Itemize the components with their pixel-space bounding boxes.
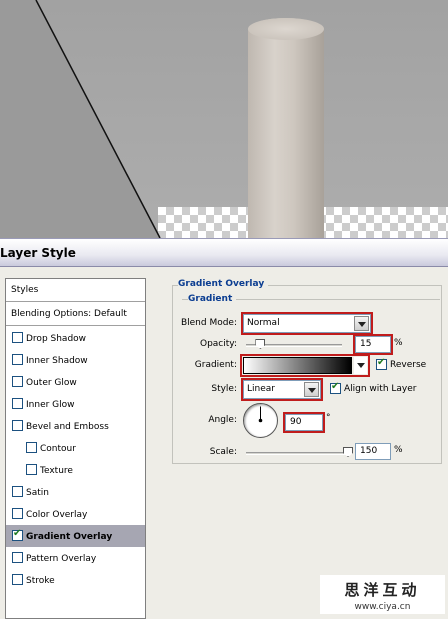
scale-label: Scale: — [209, 447, 237, 457]
blend-mode-select[interactable]: Normal — [241, 312, 373, 335]
style-checkbox[interactable] — [12, 376, 23, 387]
angle-input[interactable]: 90 — [283, 412, 325, 433]
style-item-label: Inner Shadow — [26, 356, 88, 366]
blend-mode-label: Blend Mode: — [180, 318, 237, 328]
gradient-label: Gradient: — [194, 360, 237, 370]
style-item-label: Gradient Overlay — [26, 532, 113, 542]
opacity-input[interactable]: 15 — [353, 334, 393, 355]
concrete-pillar — [248, 18, 324, 238]
style-checkbox[interactable] — [12, 332, 23, 343]
style-checkbox[interactable] — [12, 354, 23, 365]
style-checkbox[interactable] — [12, 528, 23, 541]
opacity-value: 15 — [360, 339, 372, 349]
dialog-titlebar[interactable]: Layer Style — [0, 238, 448, 267]
angle-label: Angle: — [208, 415, 237, 425]
style-item-gradient-overlay[interactable]: Gradient Overlay — [6, 525, 145, 547]
group-title: Gradient — [188, 294, 237, 304]
style-item-contour[interactable]: Contour — [6, 437, 145, 459]
opacity-unit: % — [394, 338, 403, 348]
style-checkbox[interactable] — [12, 574, 23, 585]
style-item-inner-shadow[interactable]: Inner Shadow — [6, 349, 145, 371]
align-with-layer-checkbox[interactable] — [330, 381, 341, 394]
angle-unit: ° — [326, 413, 331, 423]
gradient-group-box — [172, 286, 442, 464]
align-with-layer-label[interactable]: Align with Layer — [344, 384, 416, 394]
blend-mode-value: Normal — [247, 318, 280, 328]
style-checkbox[interactable] — [26, 442, 37, 453]
watermark-url: www.ciya.cn — [354, 602, 411, 612]
wall-shape — [0, 0, 161, 238]
style-item-texture[interactable]: Texture — [6, 459, 145, 481]
style-label: Style: — [211, 384, 237, 394]
style-checkbox[interactable] — [12, 398, 23, 409]
watermark: 思洋互动 www.ciya.cn — [320, 575, 445, 614]
style-item-label: Outer Glow — [26, 378, 77, 388]
chevron-down-icon[interactable] — [354, 316, 369, 331]
layer-style-dialog: Layer Style Styles Blending Options: Def… — [0, 238, 448, 619]
style-item-bevel-and-emboss[interactable]: Bevel and Emboss — [6, 415, 145, 437]
gradient-dropdown-icon[interactable] — [354, 357, 367, 374]
style-item-satin[interactable]: Satin — [6, 481, 145, 503]
styles-header[interactable]: Styles — [6, 279, 145, 302]
style-item-label: Inner Glow — [26, 400, 75, 410]
style-item-label: Texture — [40, 466, 73, 476]
style-item-label: Contour — [40, 444, 76, 454]
style-checkbox[interactable] — [12, 486, 23, 497]
opacity-label: Opacity: — [200, 339, 237, 349]
style-item-label: Drop Shadow — [26, 334, 87, 344]
styles-list: Styles Blending Options: Default Drop Sh… — [5, 278, 146, 619]
style-item-label: Satin — [26, 488, 49, 498]
style-item-inner-glow[interactable]: Inner Glow — [6, 393, 145, 415]
style-item-label: Color Overlay — [26, 510, 88, 520]
style-item-drop-shadow[interactable]: Drop Shadow — [6, 327, 145, 349]
style-item-outer-glow[interactable]: Outer Glow — [6, 371, 145, 393]
style-item-label: Bevel and Emboss — [26, 422, 109, 432]
style-checkbox[interactable] — [12, 420, 23, 431]
style-checkbox[interactable] — [12, 508, 23, 519]
blending-options-item[interactable]: Blending Options: Default — [6, 303, 145, 326]
style-item-color-overlay[interactable]: Color Overlay — [6, 503, 145, 525]
watermark-chinese-text: 思洋互动 — [344, 581, 421, 599]
reverse-checkbox[interactable] — [376, 357, 387, 370]
chevron-down-icon[interactable] — [304, 382, 319, 397]
style-value: Linear — [247, 384, 275, 394]
angle-dial[interactable] — [243, 403, 278, 438]
style-checkbox[interactable] — [26, 464, 37, 475]
angle-value: 90 — [290, 417, 302, 427]
dialog-title: Layer Style — [0, 246, 76, 260]
style-item-pattern-overlay[interactable]: Pattern Overlay — [6, 547, 145, 569]
style-checkbox[interactable] — [12, 552, 23, 563]
style-item-stroke[interactable]: Stroke — [6, 569, 145, 591]
style-item-label: Pattern Overlay — [26, 554, 97, 564]
style-item-label: Stroke — [26, 576, 55, 586]
scale-unit: % — [394, 445, 403, 455]
gradient-swatch[interactable] — [243, 357, 352, 374]
scale-value: 150 — [360, 446, 378, 456]
scale-slider[interactable] — [246, 452, 348, 455]
style-select[interactable]: Linear — [241, 378, 323, 401]
document-canvas — [0, 0, 448, 238]
reverse-label[interactable]: Reverse — [390, 360, 426, 370]
scale-input[interactable]: 150 — [355, 443, 391, 460]
